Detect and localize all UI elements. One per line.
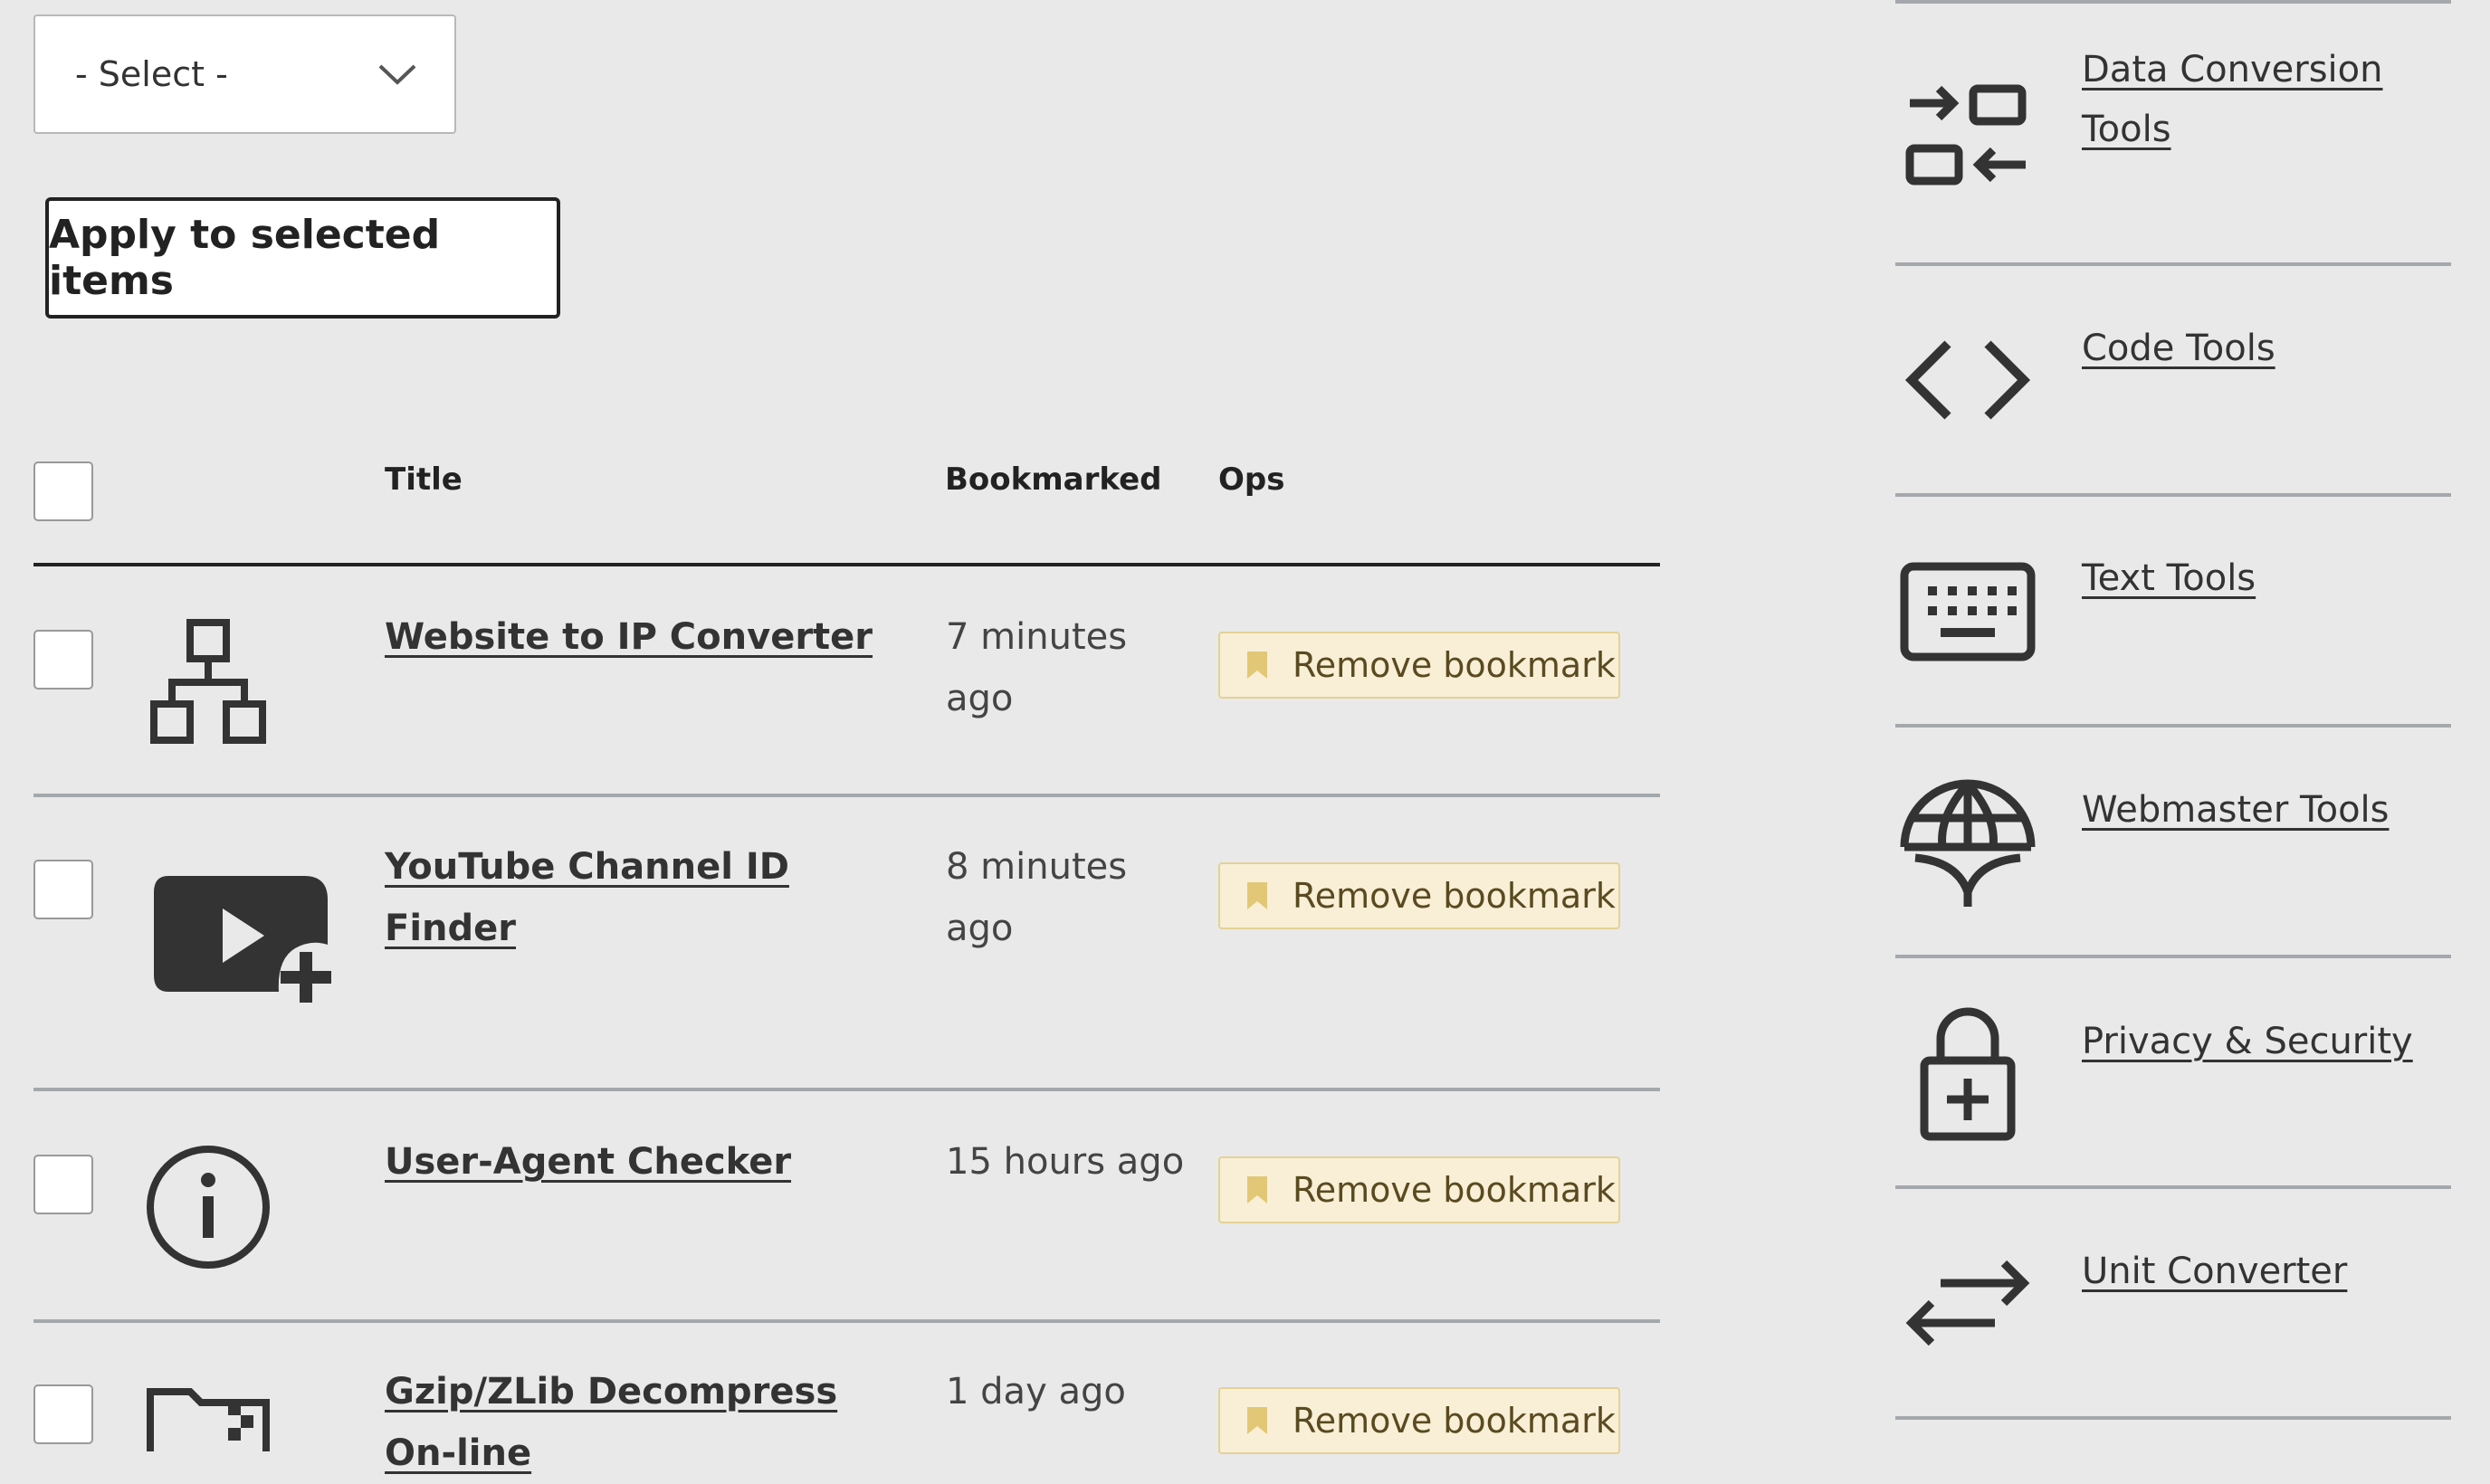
info-icon [147,1146,270,1269]
keyboard-icon [1900,562,2036,661]
remove-bookmark-label: Remove bookmark [1293,876,1616,916]
sidebar-divider [1895,262,2451,266]
arrows-swap-icon [1905,1260,2030,1346]
row-divider [33,1088,1660,1091]
sidebar-divider [1895,1185,2451,1189]
sidebar-link-unit-converter[interactable]: Unit Converter [2082,1241,2444,1301]
sidebar-divider [1895,0,2451,4]
chevron-down-icon [378,64,416,85]
row-title-link[interactable]: Gzip/ZLib Decompress On-line [385,1361,892,1484]
row-bookmarked-date: 7 minutes ago [946,616,1128,719]
remove-bookmark-label: Remove bookmark [1293,645,1616,685]
bookmark-icon [1247,1407,1267,1434]
sitemap-icon [150,619,266,744]
sidebar-link-webmaster-tools[interactable]: Webmaster Tools [2082,780,2444,840]
bookmark-icon [1247,652,1267,679]
select-all-checkbox[interactable] [33,461,93,521]
sidebar-link-code-tools[interactable]: Code Tools [2082,319,2444,378]
row-checkbox[interactable] [33,860,93,919]
bookmark-icon [1247,882,1267,909]
row-divider [33,794,1660,797]
remove-bookmark-button[interactable]: Remove bookmark [1218,862,1620,929]
remove-bookmark-button[interactable]: Remove bookmark [1218,632,1620,699]
row-title-link[interactable]: Website to IP Converter [385,606,892,668]
video-add-icon [154,876,331,1003]
bulk-action-select[interactable]: - Select - [33,14,456,134]
globe-icon [1900,779,2036,907]
remove-bookmark-label: Remove bookmark [1293,1170,1616,1210]
row-divider [33,1319,1660,1323]
zip-folder-icon [147,1388,270,1451]
column-header-ops: Ops [1218,461,1285,498]
bookmark-icon [1247,1176,1267,1203]
remove-bookmark-label: Remove bookmark [1293,1401,1616,1441]
row-title-link[interactable]: YouTube Channel ID Finder [385,836,892,959]
remove-bookmark-button[interactable]: Remove bookmark [1218,1387,1620,1454]
row-title-link[interactable]: User-Agent Checker [385,1131,892,1193]
apply-button[interactable]: Apply to selected items [45,197,560,319]
row-checkbox[interactable] [33,630,93,690]
lock-plus-icon [1920,1007,2016,1141]
sidebar-divider [1895,724,2451,728]
row-bookmarked-date: 15 hours ago [946,1141,1185,1183]
row-bookmarked-date: 1 day ago [946,1371,1126,1413]
remove-bookmark-button[interactable]: Remove bookmark [1218,1156,1620,1223]
row-checkbox[interactable] [33,1155,93,1214]
sidebar-link-privacy-security[interactable]: Privacy & Security [2082,1012,2444,1071]
sidebar-divider [1895,955,2451,958]
select-value: - Select - [75,54,228,94]
data-conversion-icon [1905,84,2027,186]
sidebar-divider [1895,1416,2451,1420]
row-checkbox[interactable] [33,1384,93,1444]
code-icon [1904,340,2031,420]
row-bookmarked-date: 8 minutes ago [946,846,1128,949]
sidebar-link-data-conversion-tools[interactable]: Data Conversion Tools [2082,40,2444,159]
column-header-title[interactable]: Title [385,461,463,498]
sidebar-link-text-tools[interactable]: Text Tools [2082,548,2444,608]
sidebar-divider [1895,493,2451,497]
header-divider [33,563,1660,566]
column-header-bookmarked[interactable]: Bookmarked [945,461,1161,498]
